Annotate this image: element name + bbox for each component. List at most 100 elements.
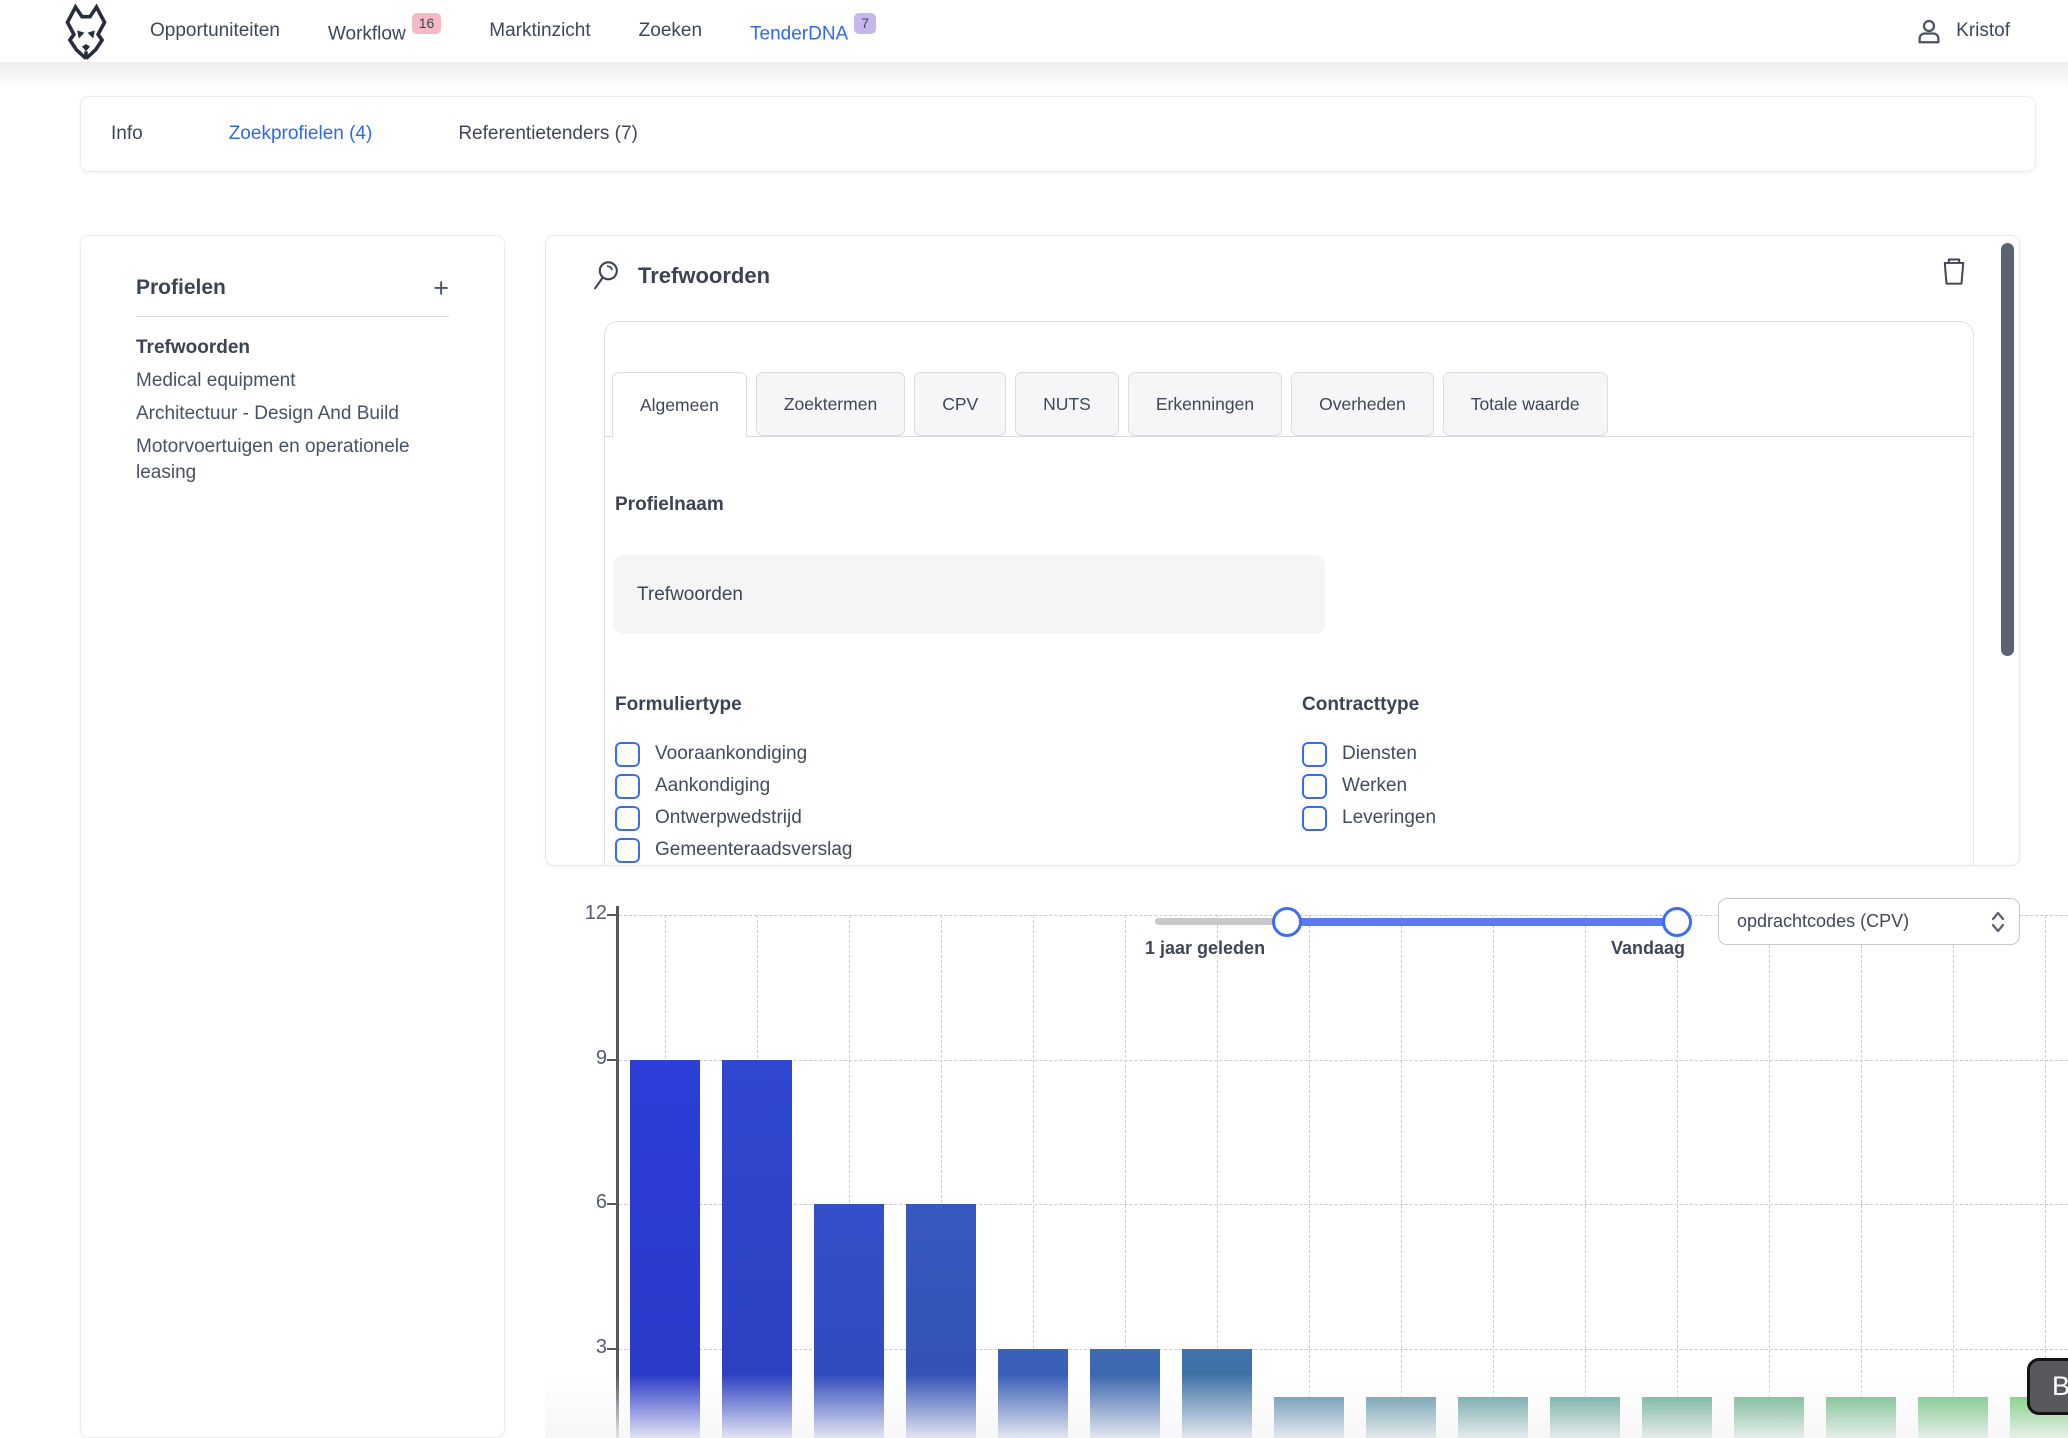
- chart-bar: [1642, 1397, 1712, 1438]
- formuliertype-options: Vooraankondiging Aankondiging Ontwerpwedst…: [615, 742, 853, 870]
- checkbox-aankondiging[interactable]: [615, 774, 640, 799]
- chart-bar: [722, 1060, 792, 1438]
- profile-tab-zoektermen[interactable]: Zoektermen: [756, 372, 905, 436]
- chart-bar: [1826, 1397, 1896, 1438]
- checkbox-werken[interactable]: [1302, 774, 1327, 799]
- app-root: OpportuniteitenWorkflow16MarktinzichtZoe…: [0, 0, 2068, 1438]
- nav-badge: 7: [854, 13, 876, 34]
- checkbox-row-gemeenteraadsverslag[interactable]: Gemeenteraadsverslag: [615, 838, 853, 862]
- checkbox-label: Werken: [1342, 775, 1407, 797]
- checkbox-row-vooraankondiging[interactable]: Vooraankondiging: [615, 742, 853, 766]
- nav-item-zoeken[interactable]: Zoeken: [639, 20, 702, 42]
- gridline-h: [619, 1060, 2068, 1061]
- profile-tab-nuts[interactable]: NUTS: [1015, 372, 1119, 436]
- wolf-logo[interactable]: [58, 3, 114, 61]
- profile-tab-totale-waarde[interactable]: Totale waarde: [1443, 372, 1608, 436]
- chart-bar: [1734, 1397, 1804, 1438]
- profile-tabs: AlgemeenZoektermenCPVNUTSErkenningenOver…: [612, 372, 1963, 438]
- slider-start-label: 1 jaar geleden: [1145, 938, 1265, 959]
- profile-detail-panel: Trefwoorden AlgemeenZoektermenCPVNUTSErk…: [545, 235, 2020, 866]
- trash-icon: [1941, 256, 1967, 286]
- cpv-select[interactable]: opdrachtcodes (CPV): [1718, 898, 2020, 945]
- nav-item-label: Zoeken: [639, 20, 702, 41]
- wolf-logo-icon: [58, 3, 114, 61]
- chart-bar: [1090, 1349, 1160, 1438]
- profile-tab-erkenningen[interactable]: Erkenningen: [1128, 372, 1282, 436]
- page-tabbar: Info Zoekprofielen (4) Referentietenders (…: [80, 96, 2036, 172]
- header-shadow: [0, 62, 2068, 90]
- nav-badge: 16: [412, 13, 442, 34]
- profile-item-architectuur-design-and-build[interactable]: Architectuur - Design And Build: [136, 401, 449, 427]
- y-axis-line: [616, 906, 619, 1438]
- top-nav: OpportuniteitenWorkflow16MarktinzichtZoe…: [0, 0, 2068, 62]
- chart-bar: [1918, 1397, 1988, 1438]
- y-tick-label: 3: [557, 1336, 607, 1359]
- y-tick-label: 6: [557, 1191, 607, 1214]
- nav-item-label: Workflow: [328, 23, 406, 44]
- nav-item-workflow[interactable]: Workflow16: [328, 17, 441, 45]
- checkbox-label: Diensten: [1342, 743, 1417, 765]
- nav-item-label: Marktinzicht: [489, 20, 590, 41]
- gridline-v: [1585, 915, 1586, 1438]
- chart-bar: [1366, 1397, 1436, 1438]
- gridline-v: [1309, 915, 1310, 1438]
- sidebar-header: Profielen +: [81, 236, 504, 300]
- profielnaam-label: Profielnaam: [615, 494, 724, 516]
- checkbox-row-werken[interactable]: Werken: [1302, 774, 1436, 798]
- user-icon: [1914, 16, 1944, 46]
- checkbox-vooraankondiging[interactable]: [615, 742, 640, 767]
- checkbox-label: Ontwerpwedstrijd: [655, 807, 802, 829]
- date-range-slider-range[interactable]: [1285, 918, 1679, 926]
- checkbox-gemeenteraadsverslag[interactable]: [615, 838, 640, 863]
- delete-profile-button[interactable]: [1941, 256, 1967, 291]
- panel-title: Trefwoorden: [638, 263, 770, 289]
- profile-tab-algemeen[interactable]: Algemeen: [612, 372, 747, 438]
- y-tick-mark: [607, 1203, 617, 1205]
- slider-handle-end[interactable]: [1662, 907, 1692, 937]
- formuliertype-label: Formuliertype: [615, 694, 742, 716]
- tab-info[interactable]: Info: [111, 123, 143, 145]
- checkbox-diensten[interactable]: [1302, 742, 1327, 767]
- tab-referentietenders-7[interactable]: Referentietenders (7): [458, 123, 638, 145]
- user-name: Kristof: [1956, 20, 2010, 42]
- profile-tab-overheden[interactable]: Overheden: [1291, 372, 1434, 436]
- profile-item-trefwoorden[interactable]: Trefwoorden: [136, 335, 449, 361]
- chart-bar: [1550, 1397, 1620, 1438]
- magnifier-icon: [591, 259, 623, 293]
- profile-item-motorvoertuigen-en-operationele-leasing[interactable]: Motorvoertuigen en operationele leasing: [136, 434, 449, 486]
- nav-item-tenderdna[interactable]: TenderDNA7: [750, 17, 876, 45]
- nav-item-opportuniteiten[interactable]: Opportuniteiten: [150, 20, 280, 42]
- y-tick-mark: [607, 1059, 617, 1061]
- nav-item-marktinzicht[interactable]: Marktinzicht: [489, 20, 590, 42]
- checkbox-row-leveringen[interactable]: Leveringen: [1302, 806, 1436, 830]
- chart-bar: [906, 1204, 976, 1438]
- gridline-v: [1401, 915, 1402, 1438]
- add-profile-button[interactable]: +: [433, 278, 449, 298]
- tab-zoekprofielen-4[interactable]: Zoekprofielen (4): [229, 123, 373, 145]
- tender-activity-chart: 1 jaar geleden Vandaag opdrachtcodes (CP…: [545, 878, 2068, 1438]
- feedback-button[interactable]: B: [2027, 1358, 2068, 1415]
- checkbox-row-aankondiging[interactable]: Aankondiging: [615, 774, 853, 798]
- slider-handle-start[interactable]: [1272, 907, 1302, 937]
- sidebar-title: Profielen: [136, 276, 226, 300]
- profile-tab-cpv[interactable]: CPV: [914, 372, 1006, 436]
- checkbox-leveringen[interactable]: [1302, 806, 1327, 831]
- contracttype-options: Diensten Werken Leveringen: [1302, 742, 1436, 838]
- gridline-v: [1493, 915, 1494, 1438]
- profile-item-medical-equipment[interactable]: Medical equipment: [136, 368, 449, 394]
- chart-bar: [1182, 1349, 1252, 1438]
- panel-scrollbar-thumb[interactable]: [2001, 243, 2014, 656]
- user-menu[interactable]: Kristof: [1914, 0, 2010, 62]
- panel-header: Trefwoorden: [591, 259, 770, 293]
- gridline-v: [1861, 915, 1862, 1438]
- profielnaam-input[interactable]: [613, 555, 1325, 634]
- checkbox-row-ontwerpwedstrijd[interactable]: Ontwerpwedstrijd: [615, 806, 853, 830]
- chart-bar: [814, 1204, 884, 1438]
- y-tick-mark: [607, 1348, 617, 1350]
- checkbox-row-diensten[interactable]: Diensten: [1302, 742, 1436, 766]
- profile-form-card: AlgemeenZoektermenCPVNUTSErkenningenOver…: [604, 321, 1974, 865]
- nav-item-label: TenderDNA: [750, 23, 848, 44]
- checkbox-ontwerpwedstrijd[interactable]: [615, 806, 640, 831]
- gridline-v: [1677, 915, 1678, 1438]
- chart-bar: [998, 1349, 1068, 1438]
